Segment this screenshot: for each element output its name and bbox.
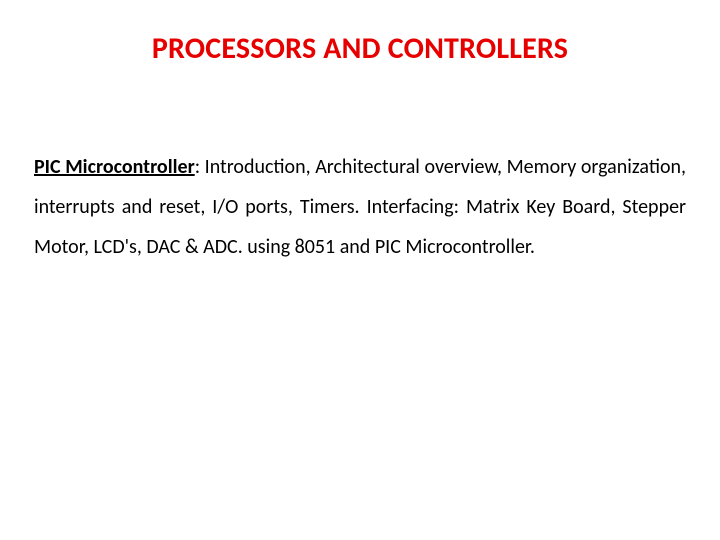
topic-label: PIC Microcontroller bbox=[34, 155, 195, 179]
page-title: PROCESSORS AND CONTROLLERS bbox=[34, 30, 686, 67]
body-paragraph: PIC Microcontroller: Introduction, Archi… bbox=[34, 147, 686, 267]
slide-container: PROCESSORS AND CONTROLLERS PIC Microcont… bbox=[0, 0, 720, 540]
